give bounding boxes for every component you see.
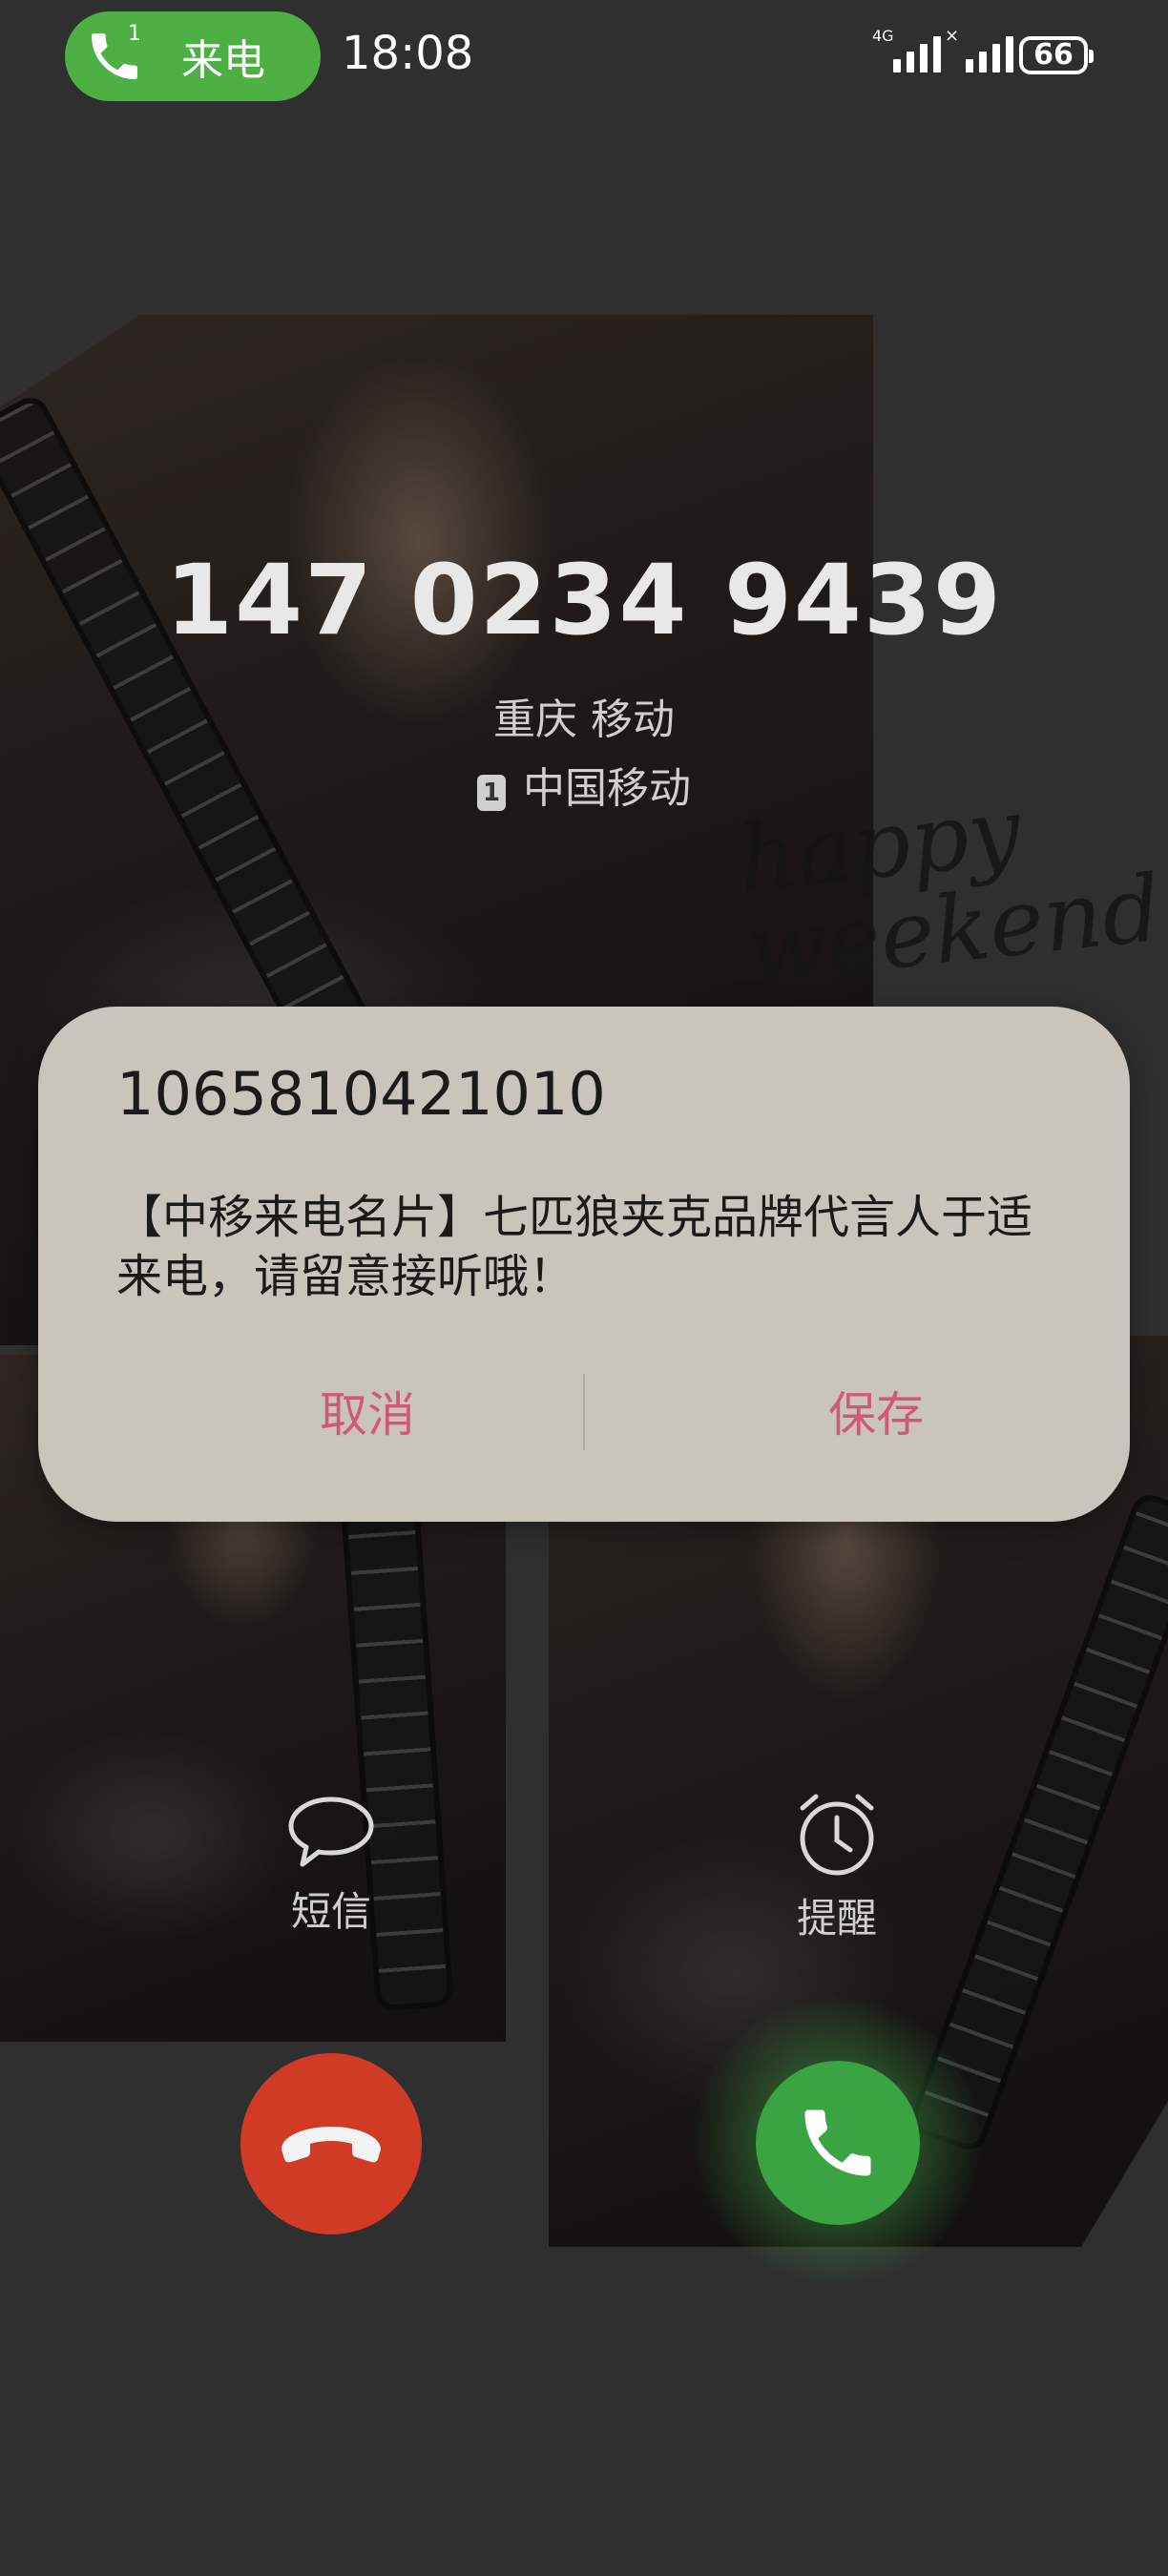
alarm-clock-icon [800,1794,874,1876]
phone-answer-icon [804,2109,871,2176]
remind-label: 提醒 [796,1895,877,1942]
clock: 18:08 [342,27,474,80]
caller-carrier: 1 中国移动 [0,754,1168,815]
status-bar: 1 来电 18:08 4G ⨯ 66 [0,0,1168,114]
network-type-label: 4G [872,27,894,45]
dialog-message: 【中移来电名片】七匹狼夹克品牌代言人于适来电，请留意接听哦！ [116,1191,1033,1303]
caller-card-dialog: 1065810421010 【中移来电名片】七匹狼夹克品牌代言人于适来电，请留意… [38,1007,1130,1522]
message-bubble-icon [288,1797,374,1867]
caller-location: 重庆 移动 [493,696,675,744]
sim-badge-icon: 1 [477,775,506,811]
hang-up-icon [282,2127,381,2163]
battery-icon: 66 [1019,36,1094,74]
battery-level: 66 [1033,38,1074,72]
dialog-title: 1065810421010 [116,1059,606,1129]
call-pill-label: 来电 [181,36,265,85]
ongoing-call-pill[interactable]: 1 来电 [65,11,321,101]
button-divider [583,1374,585,1450]
caller-number: 147 0234 9439 [165,544,1003,657]
sms-action[interactable]: 短信 [236,1794,427,1938]
sms-label: 短信 [290,1888,371,1935]
cancel-button[interactable]: 取消 [177,1377,558,1453]
carrier-label: 中国移动 [523,764,691,813]
save-button[interactable]: 保存 [685,1377,1067,1453]
decline-call-button[interactable] [240,2053,422,2234]
phone-icon: 1 [84,22,145,87]
answer-call-button[interactable] [756,2061,920,2225]
sim-number: 1 [128,22,141,46]
remind-action[interactable]: 提醒 [741,1789,932,1944]
